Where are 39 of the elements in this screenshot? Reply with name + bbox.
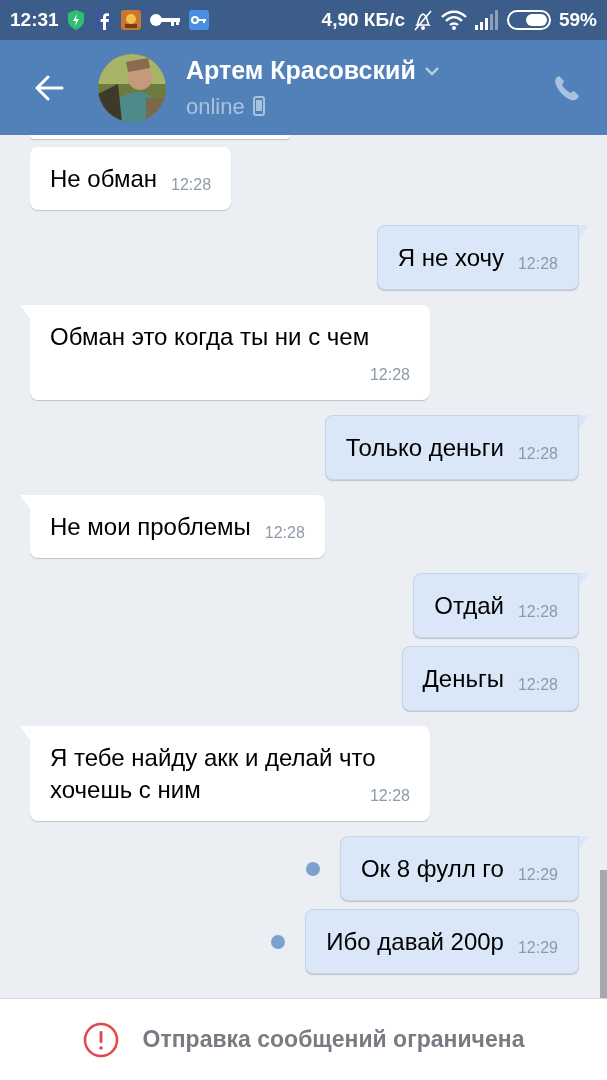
message-time: 12:28 <box>517 254 558 274</box>
message-time: 12:28 <box>171 175 212 195</box>
message-text: Не обман <box>50 165 157 192</box>
message-time: 12:28 <box>517 675 558 695</box>
message-text: Ибо давай 200р <box>326 928 504 955</box>
warning-icon <box>82 1021 119 1058</box>
key-icon <box>148 13 181 27</box>
phone-call-icon[interactable] <box>553 73 581 102</box>
message-time: 12:28 <box>264 523 305 543</box>
key-app-icon <box>188 10 209 30</box>
battery-percent: 59% <box>558 7 597 32</box>
chevron-down-icon[interactable] <box>423 66 440 76</box>
message-text: Только деньги <box>345 434 504 461</box>
message-text: Я не хочу <box>397 244 504 271</box>
mobile-phone-icon <box>252 96 265 117</box>
message-time: 12:28 <box>517 602 558 622</box>
signal-icon <box>474 10 499 30</box>
message-text: Деньгы <box>422 665 504 692</box>
clock: 12:31 <box>10 7 59 32</box>
contact-name[interactable]: Артем Красовский <box>186 52 416 90</box>
bell-off-icon <box>412 9 433 31</box>
wifi-icon <box>440 10 467 30</box>
message-text: Ок 8 фулл го <box>360 855 504 882</box>
message-time: 12:29 <box>517 938 558 958</box>
back-arrow-icon[interactable] <box>34 74 64 101</box>
network-speed: 4,90 КБ/с <box>321 7 405 32</box>
battery-icon <box>506 10 551 30</box>
message-time: 12:28 <box>369 786 410 806</box>
restriction-notice: Отправка сообщений ограничена <box>142 1025 525 1055</box>
shield-icon <box>66 9 85 31</box>
message-time: 12:28 <box>369 365 410 385</box>
message-time: 12:28 <box>517 444 558 464</box>
message-text: Обман это когда ты ни с чем <box>50 323 370 350</box>
app-icon <box>120 10 141 30</box>
facebook-icon <box>92 10 113 30</box>
message-text: Отдай <box>434 592 504 619</box>
message-time: 12:29 <box>517 865 558 885</box>
message-text: Не мои проблемы <box>50 513 251 540</box>
presence-status: online <box>186 92 245 121</box>
